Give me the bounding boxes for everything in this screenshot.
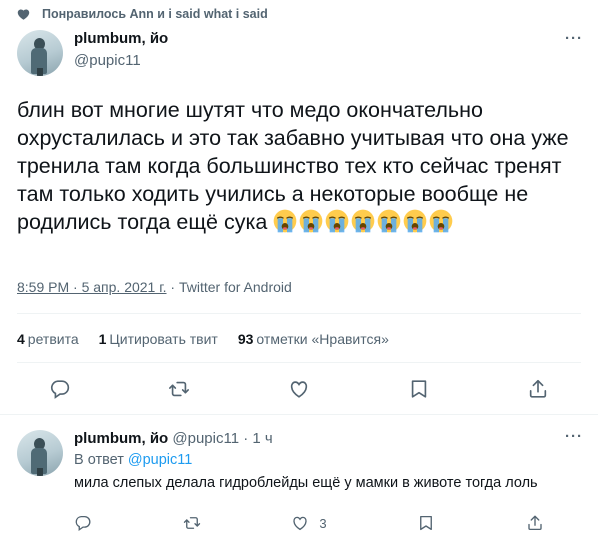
social-context[interactable]: Понравилось Ann и i said what i said (17, 6, 268, 22)
author-handle[interactable]: @pupic11 (74, 52, 141, 69)
like-button[interactable]: 3 (291, 514, 327, 532)
likes-count: 93 (237, 331, 254, 347)
loudly-crying-face-emoji (351, 209, 375, 233)
replying-to-handle[interactable]: @pupic11 (128, 452, 192, 468)
heart-icon (17, 8, 30, 20)
reply-avatar[interactable] (17, 430, 63, 476)
retweets-count: 4 (17, 331, 25, 347)
share-up-icon (528, 515, 542, 531)
replying-to: В ответ @pupic11 (74, 452, 192, 468)
tweet-source[interactable]: Twitter for Android (179, 279, 292, 295)
loudly-crying-face-emoji (273, 209, 297, 233)
share-icon (411, 380, 426, 398)
reply-author-name[interactable]: plumbum, йо (74, 430, 168, 447)
likes-label: отметки «Нравится» (256, 331, 389, 347)
reply-actions: 3 (74, 512, 544, 534)
tweet-meta: 8:59 PM · 5 апр. 2021 г. · Twitter for A… (17, 279, 292, 295)
emoji-group (273, 209, 455, 234)
tweet-stats: 4 ретвита 1 Цитировать твит 93 отметки «Нра… (17, 331, 409, 347)
loudly-crying-face-emoji (429, 209, 453, 233)
share-icon (420, 515, 433, 531)
quotes-count: 1 (98, 331, 107, 347)
share-up-button[interactable] (526, 514, 544, 532)
loudly-crying-face-emoji (377, 209, 401, 233)
loudly-crying-face-emoji (325, 209, 349, 233)
replying-to-label: В ответ (74, 452, 124, 468)
retweet-icon (169, 381, 190, 397)
like-button[interactable] (288, 378, 310, 400)
reply-time[interactable]: 1 ч (252, 430, 272, 447)
social-context-text: Понравилось Ann и i said what i said (42, 7, 268, 21)
more-options-icon[interactable]: ··· (565, 30, 583, 47)
likes-stat[interactable]: 93 отметки «Нравится» (238, 331, 389, 347)
divider (17, 362, 581, 363)
retweet-button[interactable] (183, 514, 201, 532)
meta-separator: · (166, 279, 179, 295)
retweets-stat[interactable]: 4 ретвита (17, 331, 79, 347)
retweet-button[interactable] (168, 378, 190, 400)
author-name[interactable]: plumbum, йо (74, 30, 168, 47)
share-button[interactable] (417, 514, 435, 532)
tweet-actions (0, 376, 598, 402)
reply-separator: · (243, 430, 249, 447)
divider (17, 313, 581, 314)
tweet-timestamp[interactable]: 8:59 PM · 5 апр. 2021 г. (17, 279, 167, 295)
reply-button[interactable] (74, 514, 92, 532)
like-icon (293, 516, 308, 531)
loudly-crying-face-emoji (403, 209, 427, 233)
share-button[interactable] (408, 378, 430, 400)
reply-text: мила слепых делала гидроблейды ещё у мам… (74, 475, 538, 491)
loudly-crying-face-emoji (299, 209, 323, 233)
avatar[interactable] (17, 30, 63, 76)
more-options-icon[interactable]: ··· (565, 428, 583, 445)
retweet-icon (183, 517, 200, 529)
reply-icon (75, 515, 91, 532)
reply-icon (50, 380, 69, 399)
divider (0, 414, 598, 415)
like-count: 3 (319, 515, 327, 531)
share-up-icon (530, 379, 547, 398)
like-icon (290, 381, 308, 398)
retweets-label: ретвита (27, 331, 79, 347)
quotes-label: Цитировать твит (109, 331, 218, 347)
reply-button[interactable] (49, 378, 71, 400)
tweet-text: блин вот многие шутят что медо окончател… (17, 96, 583, 236)
quotes-stat[interactable]: 1 Цитировать твит (99, 331, 218, 347)
reply-author-handle[interactable]: @pupic11 (172, 430, 239, 447)
reply-header: plumbum, йо @pupic11 · 1 ч (74, 430, 273, 447)
share-up-button[interactable] (527, 378, 549, 400)
